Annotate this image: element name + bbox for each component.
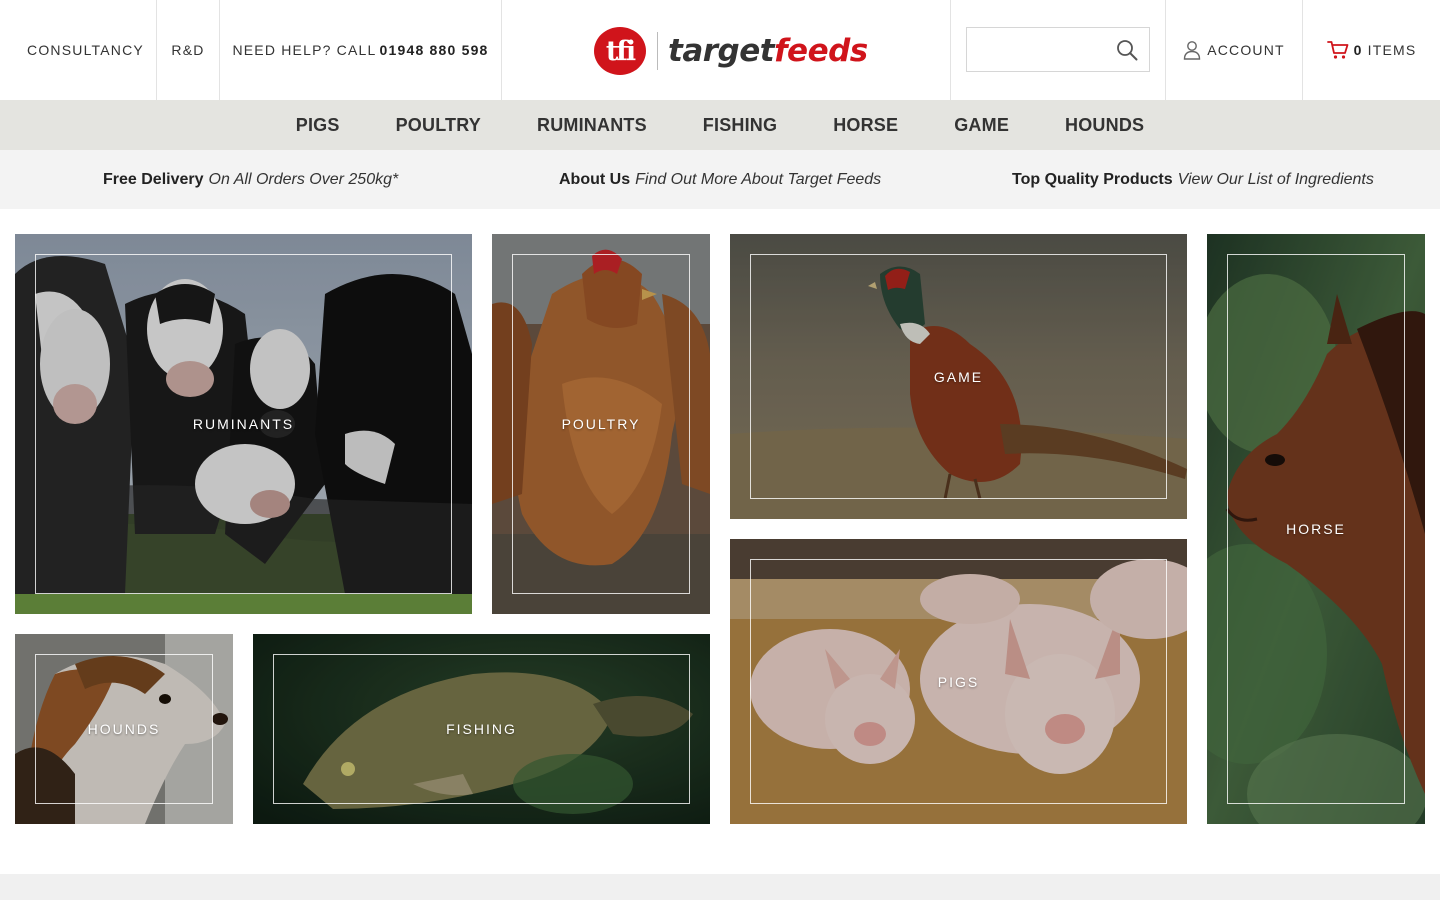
category-nav: PIGS POULTRY RUMINANTS FISHING HORSE GAM… [0,100,1440,150]
nav-poultry[interactable]: POULTRY [368,115,509,136]
nav-horse[interactable]: HORSE [805,115,926,136]
search-input[interactable] [967,28,1107,71]
search-box [966,27,1150,72]
tile-label: FISHING [446,721,517,737]
info-heading: Top Quality Products [1012,170,1173,188]
help-line: NEED HELP? CALL 01948 880 598 [220,0,501,100]
quality-products-link[interactable]: Top Quality Products View Our List of Ing… [1012,150,1374,209]
logo-wordmark: targetfeeds [668,33,868,69]
cart-icon [1326,41,1349,59]
tile-label: PIGS [937,673,980,690]
account-label: ACCOUNT [1207,42,1285,58]
cart-link[interactable]: 0 ITEMS [1303,0,1440,100]
help-text: NEED HELP? CALL [232,42,377,58]
footer-band [0,874,1440,900]
tile-label: HORSE [1286,521,1346,537]
nav-ruminants[interactable]: RUMINANTS [509,115,675,136]
tile-poultry[interactable]: POULTRY [492,234,710,614]
site-logo[interactable]: tfi targetfeeds [594,26,868,76]
logo-word-target: target [668,33,775,69]
tile-horse[interactable]: HORSE [1207,234,1425,824]
account-link[interactable]: ACCOUNT [1166,0,1302,100]
info-subtext: View Our List of Ingredients [1177,170,1374,188]
tile-fishing[interactable]: FISHING [253,634,710,824]
tile-label: POULTRY [561,416,641,432]
nav-fishing[interactable]: FISHING [675,115,805,136]
info-subtext: On All Orders Over 250kg* [208,170,399,188]
logo-separator [657,32,658,70]
consultancy-link[interactable]: CONSULTANCY [15,0,156,100]
tile-label: RUMINANTS [192,416,295,432]
info-heading: About Us [559,170,631,188]
search-icon[interactable] [1115,38,1139,62]
nav-pigs[interactable]: PIGS [268,115,368,136]
user-icon [1183,41,1201,60]
info-strip: Free Delivery On All Orders Over 250kg* A… [0,150,1440,209]
free-delivery-link[interactable]: Free Delivery On All Orders Over 250kg* [103,150,398,209]
tile-label: HOUNDS [87,721,161,737]
info-subtext: Find Out More About Target Feeds [635,170,882,188]
header-divider [501,0,502,100]
nav-hounds[interactable]: HOUNDS [1037,115,1172,136]
cart-label: ITEMS [1367,42,1417,58]
cart-count: 0 [1353,42,1363,58]
tile-pigs[interactable]: PIGS [730,539,1187,824]
logo-word-feeds: feeds [774,33,868,69]
site-header: CONSULTANCY R&D NEED HELP? CALL 01948 88… [0,0,1440,100]
logo-badge: tfi [594,27,646,75]
tile-ruminants[interactable]: RUMINANTS [15,234,472,614]
tile-label: GAME [933,368,984,385]
info-heading: Free Delivery [103,170,204,188]
tile-hounds[interactable]: HOUNDS [15,634,233,824]
phone-number[interactable]: 01948 880 598 [380,42,489,58]
rnd-link[interactable]: R&D [157,0,219,100]
tile-game[interactable]: GAME [730,234,1187,519]
nav-game[interactable]: GAME [926,115,1037,136]
about-us-link[interactable]: About Us Find Out More About Target Feeds [559,150,881,209]
header-divider [950,0,951,100]
